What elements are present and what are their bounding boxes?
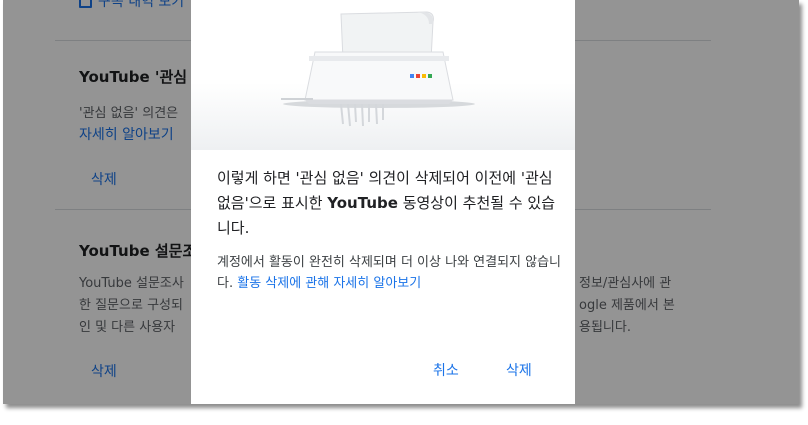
cancel-button[interactable]: 취소 bbox=[433, 360, 459, 380]
youtube-brand-text: YouTube bbox=[327, 194, 398, 212]
shredder-icon bbox=[281, 11, 475, 127]
shredder-illustration bbox=[191, 0, 575, 150]
delete-confirm-dialog: 이렇게 하면 '관심 없음' 의견이 삭제되어 이전에 '관심 없음'으로 표시… bbox=[191, 0, 575, 404]
learn-more-delete-activity-link[interactable]: 활동 삭제에 관해 자세히 알아보기 bbox=[237, 276, 421, 291]
delete-button[interactable]: 삭제 bbox=[506, 360, 532, 380]
window-frame: 구독 내역 보기 YouTube '관심 없 '관심 없음' 의견은 자세히 알… bbox=[3, 0, 799, 404]
dialog-message-primary: 이렇게 하면 '관심 없음' 의견이 삭제되어 이전에 '관심 없음'으로 표시… bbox=[217, 166, 562, 241]
dialog-actions: 취소 삭제 bbox=[191, 360, 575, 384]
dialog-message-secondary: 계정에서 활동이 완전히 삭제되며 더 이상 나와 연결되지 않습니다. 활동 … bbox=[217, 252, 562, 294]
